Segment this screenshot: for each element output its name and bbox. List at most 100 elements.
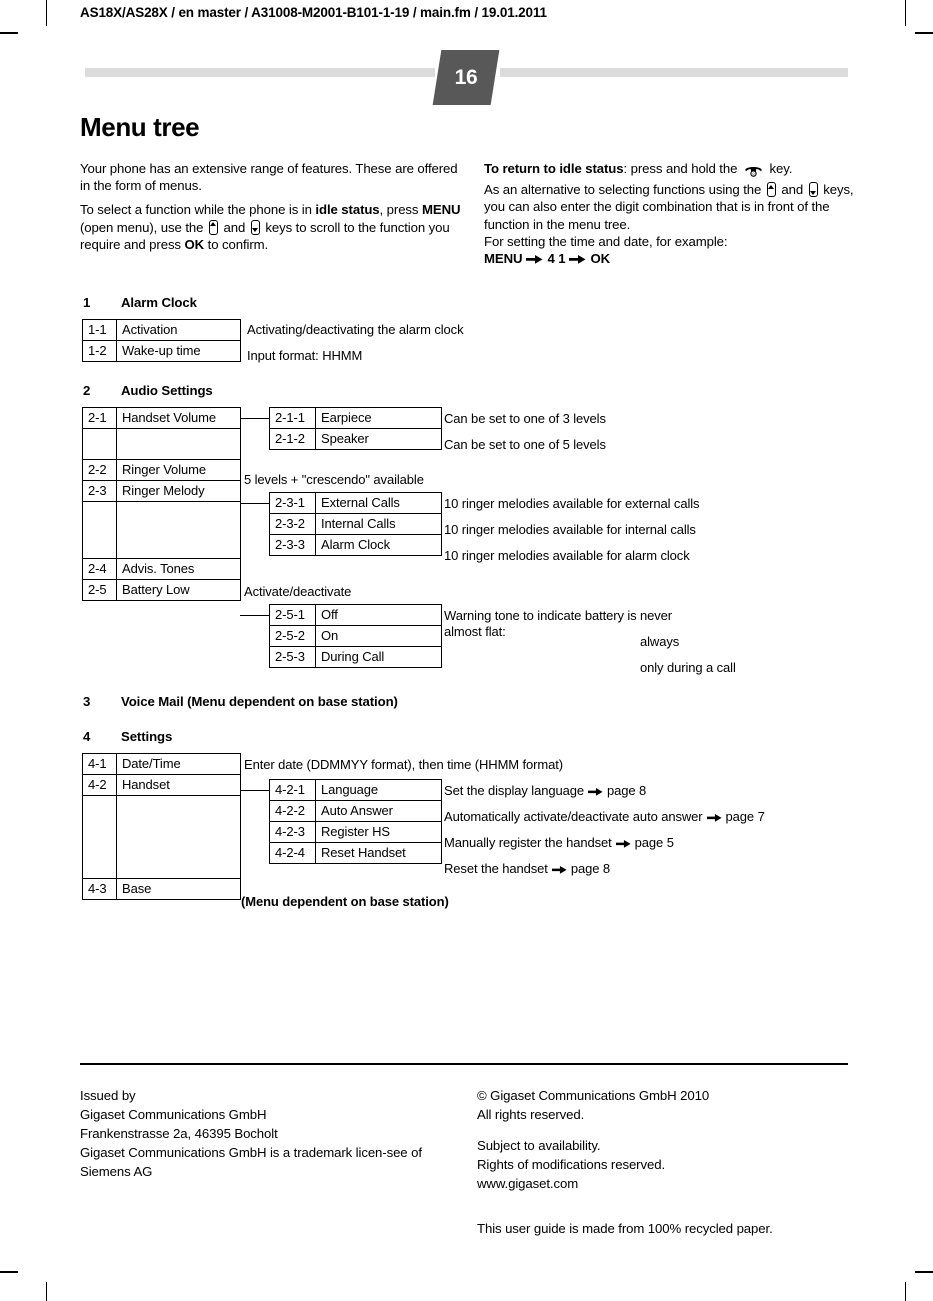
menu-label: Off xyxy=(315,604,442,626)
menu-label: Handset Volume xyxy=(116,407,241,429)
down-key-icon xyxy=(808,182,818,198)
hangup-key-icon: 0 xyxy=(744,164,763,181)
intro-right-column: To return to idle status: press and hold… xyxy=(484,160,854,269)
menu-code: 2-3-3 xyxy=(269,534,316,556)
alarm-clock-melody-desc: 10 ringer melodies available for alarm c… xyxy=(444,548,690,563)
arrow-right-icon xyxy=(569,252,586,269)
spacer-cell xyxy=(116,428,241,460)
section-title: Voice Mail (Menu dependent on base stati… xyxy=(121,694,398,709)
modifications-line: Rights of modifications reserved. xyxy=(477,1157,666,1172)
table-row: 2-3-1 External Calls xyxy=(269,492,442,514)
section-title: Settings xyxy=(121,729,173,744)
menu-code: 4-2-4 xyxy=(269,842,316,864)
footer-divider xyxy=(80,1063,848,1065)
page-number-badge: 16 xyxy=(432,50,500,105)
crop-mark-bottom-left xyxy=(46,1282,47,1301)
intro-p2-b: , press xyxy=(379,202,422,218)
footer-right: © Gigaset Communications GmbH 2010 All r… xyxy=(477,1086,857,1238)
intro-right-para-1: To return to idle status: press and hold… xyxy=(484,160,854,181)
menu-label: Speaker xyxy=(315,428,442,450)
menu-code: 2-3-2 xyxy=(269,513,316,535)
menu-label: Battery Low xyxy=(116,579,241,601)
footer-left: Issued by Gigaset Communications GmbH Fr… xyxy=(80,1086,460,1181)
auto-answer-desc: Automatically activate/deactivate auto a… xyxy=(444,809,703,824)
menu-label: Advis. Tones xyxy=(116,558,241,580)
menu-code: 2-1 xyxy=(82,407,117,429)
menu-key-label: MENU xyxy=(484,251,523,267)
header-rule-left xyxy=(85,68,435,77)
menu-code: 4-2-3 xyxy=(269,821,316,843)
arrow-right-icon xyxy=(551,863,567,879)
reset-handset-page-ref: page 8 xyxy=(570,861,610,876)
table-row: 4-2-1 Language xyxy=(269,779,442,801)
return-idle-b: key. xyxy=(765,161,793,176)
intro-right-para-2: As an alternative to selecting functions… xyxy=(484,181,854,233)
crop-mark-left-lower xyxy=(0,1271,18,1273)
table-row: 2-3-3 Alarm Clock xyxy=(269,534,442,556)
table-row: 1-1 Activation xyxy=(82,319,241,341)
menu-label: Date/Time xyxy=(116,753,241,775)
crop-mark-top-left xyxy=(46,0,47,26)
menu-code: 2-5-3 xyxy=(269,646,316,668)
document-page: AS18X/AS28X / en master / A31008-M2001-B… xyxy=(0,0,933,1301)
table-row: 4-2-2 Auto Answer xyxy=(269,800,442,822)
page-number: 16 xyxy=(454,66,478,89)
intro-p2-a: To select a function while the phone is … xyxy=(80,202,316,218)
menu-code: 2-5-2 xyxy=(269,625,316,647)
table-row: 2-1-1 Earpiece xyxy=(269,407,442,429)
language-desc: Set the display language xyxy=(444,783,584,798)
crop-mark-left-upper xyxy=(0,32,18,34)
section-heading-alarm-clock: 1 Alarm Clock xyxy=(83,295,197,310)
intro-para-2: To select a function while the phone is … xyxy=(80,201,470,253)
availability-line: Subject to availability. xyxy=(477,1138,601,1153)
availability-block: Subject to availability. Rights of modif… xyxy=(477,1136,857,1193)
table-row: 4-1 Date/Time xyxy=(82,753,241,775)
menu-label: Ringer Volume xyxy=(116,459,241,481)
down-key-icon xyxy=(250,219,260,235)
table-row: 1-2 Wake-up time xyxy=(82,340,241,362)
arrow-right-icon xyxy=(526,252,543,269)
menu-code: 2-3-1 xyxy=(269,492,316,514)
menu-label: Alarm Clock xyxy=(315,534,442,556)
menu-code: 4-1 xyxy=(82,753,117,775)
menu-label: Ringer Melody xyxy=(116,480,241,502)
intro-idle-status: idle status xyxy=(315,202,380,218)
alt-select-b: and xyxy=(777,182,807,198)
table-row: 4-2-4 Reset Handset xyxy=(269,842,442,864)
trademark-notice: Gigaset Communications GmbH is a tradema… xyxy=(80,1145,422,1179)
company-name: Gigaset Communications GmbH xyxy=(80,1107,267,1122)
table-audio-level1: 2-1 Handset Volume 2-2 Ringer Volume 2-3… xyxy=(82,407,241,601)
menu-code: 2-1-1 xyxy=(269,407,316,429)
intro-p2-d: and xyxy=(219,219,249,235)
page-title: Menu tree xyxy=(80,112,200,142)
menu-code: 4-3 xyxy=(82,878,117,900)
intro-ok-key: OK xyxy=(184,236,205,252)
copyright-line: © Gigaset Communications GmbH 2010 xyxy=(477,1088,710,1103)
menu-label: Activation xyxy=(116,319,241,341)
menu-label: Reset Handset xyxy=(315,842,442,864)
menu-code: 2-2 xyxy=(82,459,117,481)
section-number: 3 xyxy=(83,694,91,709)
crop-mark-top-right xyxy=(905,0,906,26)
return-idle-bold: To return to idle status xyxy=(484,161,624,176)
website-url: www.gigaset.com xyxy=(477,1176,579,1191)
speaker-desc: Can be set to one of 5 levels xyxy=(444,437,606,452)
date-time-desc: Enter date (DDMMYY format), then time (H… xyxy=(244,757,564,772)
arrow-right-icon xyxy=(588,785,603,801)
company-address: Frankenstrasse 2a, 46395 Bocholt xyxy=(80,1126,278,1141)
copyright-block: © Gigaset Communications GmbH 2010 All r… xyxy=(477,1086,857,1124)
spacer-cell xyxy=(116,795,241,879)
table-row-spacer xyxy=(82,501,241,559)
menu-label: External Calls xyxy=(315,492,442,514)
language-page-ref: page 8 xyxy=(607,783,647,798)
table-row: 2-3-2 Internal Calls xyxy=(269,513,442,535)
menu-label: Register HS xyxy=(315,821,442,843)
connector-line xyxy=(240,615,270,617)
menu-digits: 4 1 xyxy=(547,251,566,267)
register-hs-page-ref: page 5 xyxy=(634,835,674,850)
section-number: 1 xyxy=(83,295,91,310)
menu-code: 1-1 xyxy=(82,319,117,341)
table-row-spacer xyxy=(82,795,241,879)
ok-key-label: OK xyxy=(590,251,611,267)
advis-tones-desc: Activate/deactivate xyxy=(244,584,352,599)
